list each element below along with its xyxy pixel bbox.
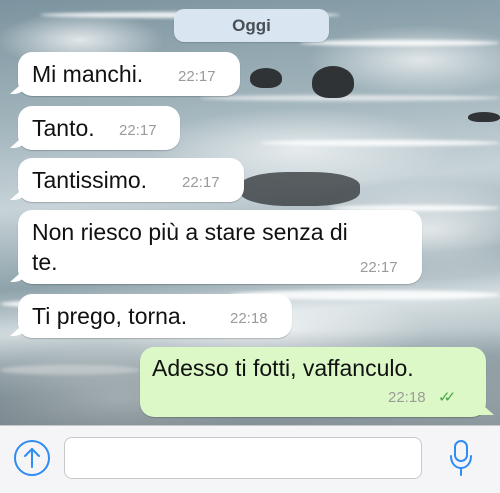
date-separator-label: Oggi xyxy=(232,15,271,35)
message-text: Tantissimo. xyxy=(32,167,148,193)
message-bubble-incoming[interactable]: Tanto. 22:17 xyxy=(18,106,180,150)
message-time: 22:17 xyxy=(178,68,216,85)
message-text-line-1: Non riesco più a stare senza di xyxy=(32,219,348,245)
message-text-line-2: te. xyxy=(32,249,58,275)
message-bubble-incoming[interactable]: Mi manchi. 22:17 xyxy=(18,52,240,96)
message-bubble-incoming[interactable]: Tantissimo. 22:17 xyxy=(18,158,244,202)
date-separator: Oggi xyxy=(174,9,329,42)
rock xyxy=(468,112,500,122)
message-text: Adesso ti fotti, vaffanculo. xyxy=(152,355,414,381)
arrow-up-circle-icon[interactable] xyxy=(14,440,50,476)
rock xyxy=(240,172,360,206)
double-check-icon: ✓✓ xyxy=(438,389,456,406)
rock xyxy=(312,66,354,98)
message-time: 22:17 xyxy=(360,259,398,276)
message-time: 22:18 xyxy=(388,389,426,406)
message-bubble-incoming[interactable]: Ti prego, torna. 22:18 xyxy=(18,294,292,338)
message-bubble-incoming[interactable]: Non riesco più a stare senza di te. 22:1… xyxy=(18,210,422,284)
message-text: Mi manchi. xyxy=(32,61,144,87)
message-time: 22:17 xyxy=(119,122,157,139)
message-time: 22:17 xyxy=(182,174,220,191)
message-bubble-outgoing[interactable]: Adesso ti fotti, vaffanculo. 22:18 ✓✓ xyxy=(140,347,486,417)
microphone-icon[interactable] xyxy=(447,438,475,478)
message-text: Tanto. xyxy=(32,115,95,141)
message-input[interactable] xyxy=(64,437,422,479)
message-time: 22:18 xyxy=(230,310,268,327)
message-text: Ti prego, torna. xyxy=(32,303,188,329)
rock xyxy=(250,68,282,88)
